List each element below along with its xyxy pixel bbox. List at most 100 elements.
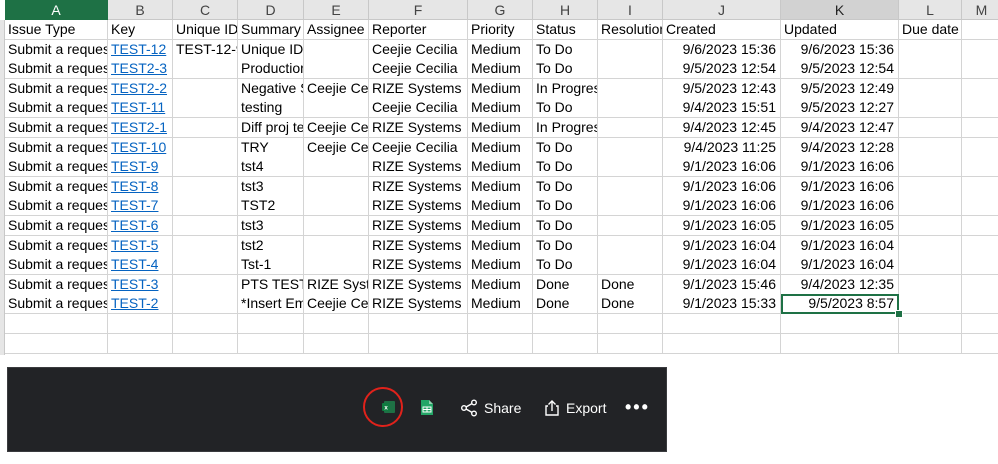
cell-l[interactable]: [899, 137, 962, 158]
empty-cell[interactable]: [781, 314, 899, 334]
cell-b[interactable]: TEST-4: [108, 255, 173, 276]
empty-cell[interactable]: [663, 333, 781, 354]
cell-h[interactable]: To Do: [533, 235, 598, 256]
column-header-e[interactable]: E: [304, 0, 369, 20]
cell-m[interactable]: [962, 78, 998, 99]
cell-b[interactable]: TEST-3: [108, 274, 173, 295]
cell-d[interactable]: tst3: [238, 176, 304, 197]
cell-m[interactable]: [962, 137, 998, 158]
cell-k[interactable]: 9/1/2023 16:04: [781, 235, 899, 256]
cell-l[interactable]: [899, 98, 962, 119]
cell-g[interactable]: Medium: [468, 235, 533, 256]
cell-h[interactable]: To Do: [533, 59, 598, 80]
cell-j[interactable]: 9/1/2023 16:05: [663, 216, 781, 236]
cell-a[interactable]: Submit a request: [5, 235, 108, 256]
header-cell-c[interactable]: Unique ID: [173, 20, 238, 40]
header-cell-a[interactable]: Issue Type: [5, 20, 108, 40]
cell-k[interactable]: 9/5/2023 12:27: [781, 98, 899, 119]
cell-f[interactable]: Ceejie Cecilia: [369, 137, 468, 158]
empty-cell[interactable]: [962, 333, 998, 354]
cell-e[interactable]: [304, 196, 369, 217]
cell-h[interactable]: In Progress: [533, 118, 598, 138]
cell-i[interactable]: [598, 216, 663, 236]
cell-f[interactable]: Ceejie Cecilia: [369, 39, 468, 60]
cell-f[interactable]: RIZE Systems: [369, 274, 468, 295]
header-cell-j[interactable]: Created: [663, 20, 781, 40]
cell-b[interactable]: TEST-12: [108, 39, 173, 60]
cell-b[interactable]: TEST-7: [108, 196, 173, 217]
header-cell-g[interactable]: Priority: [468, 20, 533, 40]
cell-d[interactable]: tst3: [238, 216, 304, 236]
cell-c[interactable]: [173, 274, 238, 295]
column-header-a[interactable]: A: [5, 0, 108, 20]
cell-i[interactable]: [598, 39, 663, 60]
cell-l[interactable]: [899, 235, 962, 256]
cell-b[interactable]: TEST-10: [108, 137, 173, 158]
cell-k[interactable]: 9/4/2023 12:47: [781, 118, 899, 138]
cell-a[interactable]: Submit a request: [5, 39, 108, 60]
more-options-button[interactable]: •••: [625, 398, 650, 416]
cell-d[interactable]: TST2: [238, 196, 304, 217]
cell-j[interactable]: 9/1/2023 16:06: [663, 157, 781, 178]
cell-c[interactable]: [173, 255, 238, 276]
header-cell-d[interactable]: Summary: [238, 20, 304, 40]
cell-a[interactable]: Submit a request: [5, 137, 108, 158]
cell-k[interactable]: 9/1/2023 16:06: [781, 157, 899, 178]
cell-g[interactable]: Medium: [468, 294, 533, 315]
cell-j[interactable]: 9/5/2023 12:54: [663, 59, 781, 80]
cell-c[interactable]: [173, 59, 238, 80]
empty-cell[interactable]: [108, 333, 173, 354]
cell-c[interactable]: [173, 196, 238, 217]
cell-k[interactable]: 9/1/2023 16:06: [781, 176, 899, 197]
cell-a[interactable]: Submit a request: [5, 176, 108, 197]
cell-k[interactable]: 9/4/2023 12:35: [781, 274, 899, 295]
cell-i[interactable]: [598, 98, 663, 119]
cell-g[interactable]: Medium: [468, 137, 533, 158]
cell-k[interactable]: 9/1/2023 16:06: [781, 196, 899, 217]
cell-g[interactable]: Medium: [468, 176, 533, 197]
cell-j[interactable]: 9/4/2023 15:51: [663, 98, 781, 119]
cell-f[interactable]: RIZE Systems: [369, 216, 468, 236]
cell-e[interactable]: [304, 157, 369, 178]
cell-k[interactable]: 9/5/2023 8:57: [781, 294, 899, 315]
cell-m[interactable]: [962, 196, 998, 217]
fill-handle[interactable]: [895, 310, 903, 319]
cell-m[interactable]: [962, 294, 998, 315]
empty-cell[interactable]: [238, 333, 304, 354]
cell-d[interactable]: TRY: [238, 137, 304, 158]
cell-g[interactable]: Medium: [468, 274, 533, 295]
cell-e[interactable]: Ceejie Cec: [304, 78, 369, 99]
cell-b[interactable]: TEST-2: [108, 294, 173, 315]
empty-cell[interactable]: [369, 333, 468, 354]
column-header-l[interactable]: L: [899, 0, 962, 20]
cell-l[interactable]: [899, 59, 962, 80]
cell-l[interactable]: [899, 255, 962, 276]
cell-f[interactable]: Ceejie Cecilia: [369, 98, 468, 119]
cell-i[interactable]: [598, 176, 663, 197]
cell-e[interactable]: [304, 235, 369, 256]
cell-c[interactable]: [173, 157, 238, 178]
cell-j[interactable]: 9/6/2023 15:36: [663, 39, 781, 60]
cell-m[interactable]: [962, 235, 998, 256]
empty-cell[interactable]: [173, 314, 238, 334]
cell-f[interactable]: RIZE Systems: [369, 294, 468, 315]
cell-c[interactable]: [173, 176, 238, 197]
empty-cell[interactable]: [533, 314, 598, 334]
header-cell-m[interactable]: [962, 20, 998, 40]
empty-cell[interactable]: [468, 333, 533, 354]
cell-c[interactable]: [173, 98, 238, 119]
cell-a[interactable]: Submit a request: [5, 78, 108, 99]
column-header-j[interactable]: J: [663, 0, 781, 20]
cell-a[interactable]: Submit a request: [5, 255, 108, 276]
cell-a[interactable]: Submit a request: [5, 59, 108, 80]
cell-h[interactable]: Done: [533, 294, 598, 315]
header-cell-f[interactable]: Reporter: [369, 20, 468, 40]
cell-h[interactable]: To Do: [533, 196, 598, 217]
empty-cell[interactable]: [598, 314, 663, 334]
cell-b[interactable]: TEST-11: [108, 98, 173, 119]
open-in-sheets-button[interactable]: [420, 399, 434, 416]
cell-k[interactable]: 9/1/2023 16:05: [781, 216, 899, 236]
column-header-d[interactable]: D: [238, 0, 304, 20]
cell-g[interactable]: Medium: [468, 39, 533, 60]
empty-cell[interactable]: [238, 314, 304, 334]
